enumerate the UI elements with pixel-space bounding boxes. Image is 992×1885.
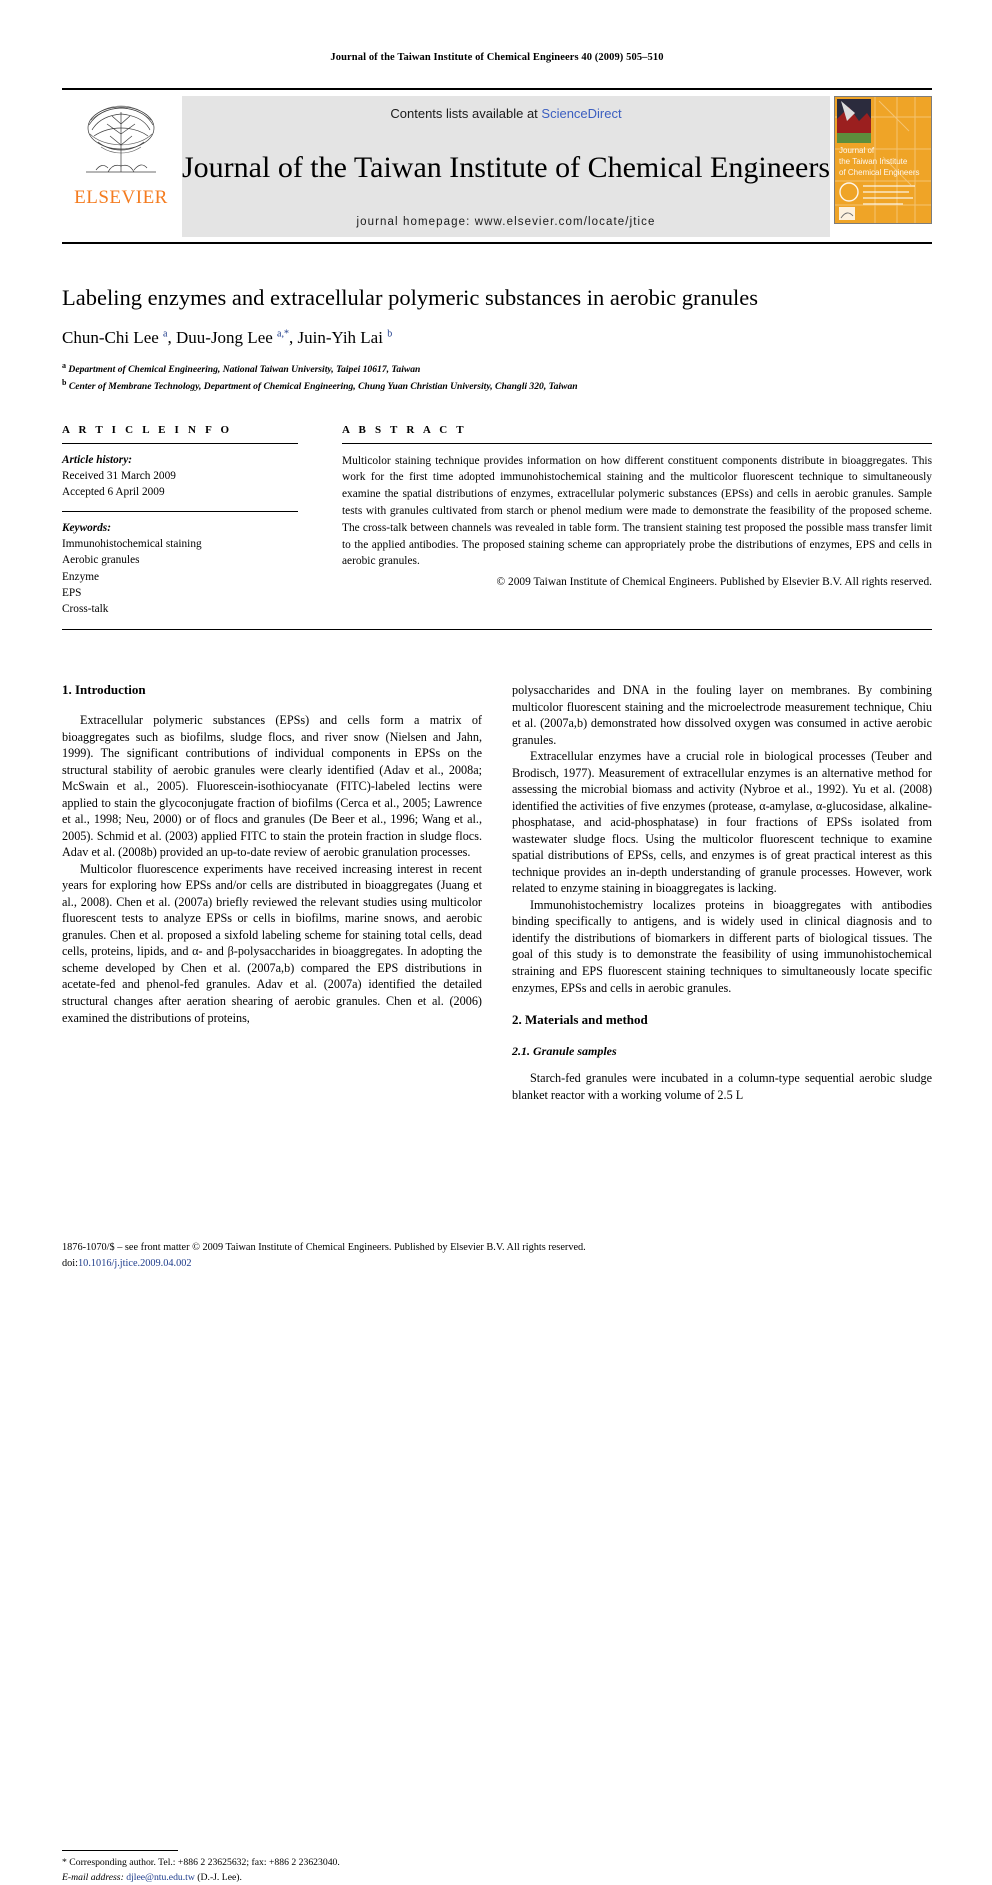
title-block: Labeling enzymes and extracellular polym… — [62, 284, 932, 394]
keywords-label: Keywords: — [62, 522, 111, 535]
received-date: Received 31 March 2009 — [62, 469, 176, 482]
affil-marker-b: b — [62, 377, 67, 387]
journal-masthead: ELSEVIER Contents lists available at Sci… — [62, 88, 932, 237]
contents-prefix: Contents lists available at — [390, 106, 542, 121]
accepted-date: Accepted 6 April 2009 — [62, 486, 165, 498]
elsevier-tree-icon — [86, 105, 156, 173]
elsevier-logo: ELSEVIER — [62, 96, 180, 209]
elsevier-wordmark: ELSEVIER — [74, 187, 168, 208]
journal-homepage[interactable]: journal homepage: www.elsevier.com/locat… — [182, 216, 830, 228]
left-column: 1. Introduction Extracellular polymeric … — [62, 681, 482, 1883]
sciencedirect-link[interactable]: ScienceDirect — [541, 106, 621, 121]
doi-line: doi:10.1016/j.jtice.2009.04.002 — [62, 1256, 932, 1272]
email-label: E-mail address: — [62, 1871, 124, 1883]
paragraph: polysaccharides and DNA in the fouling l… — [512, 682, 932, 747]
materials-heading: 2. Materials and method — [512, 1012, 648, 1028]
corresponding-author-note: * Corresponding author. Tel.: +886 2 236… — [62, 1856, 340, 1868]
affiliation-a: a Department of Chemical Engineering, Na… — [62, 360, 932, 377]
abstract-column: A B S T R A C T Multicolor staining tech… — [342, 424, 932, 617]
page-footer: 1876-1070/$ – see front matter © 2009 Ta… — [62, 1240, 932, 1272]
contents-lists-line: Contents lists available at ScienceDirec… — [182, 106, 830, 121]
page-title: Labeling enzymes and extracellular polym… — [62, 285, 758, 310]
footnote-block: * Corresponding author. Tel.: +886 2 236… — [62, 1849, 482, 1885]
affiliation-b: b Center of Membrane Technology, Departm… — [62, 377, 932, 394]
doi-label: doi: — [62, 1257, 79, 1269]
author-affil-marker: a,* — [277, 328, 289, 340]
paragraph: Multicolor fluorescence experiments have… — [62, 861, 482, 1025]
author-list: Chun-Chi Lee a, Duu-Jong Lee a,*, Juin-Y… — [62, 328, 393, 348]
paragraph: Extracellular enzymes have a crucial rol… — [512, 749, 932, 896]
paragraph: Immunohistochemistry localizes proteins … — [512, 897, 932, 995]
email-suffix: (D.-J. Lee). — [197, 1871, 242, 1883]
svg-text:the Taiwan Institute: the Taiwan Institute — [839, 157, 908, 166]
article-info-heading: A R T I C L E I N F O — [62, 423, 233, 436]
paragraph: Starch-fed granules were incubated in a … — [512, 1071, 932, 1102]
abstract-heading: A B S T R A C T — [342, 423, 467, 436]
issn-line: 1876-1070/$ – see front matter © 2009 Ta… — [62, 1242, 586, 1253]
abstract-copyright: © 2009 Taiwan Institute of Chemical Engi… — [496, 576, 932, 589]
affil-marker-a: a — [62, 361, 66, 371]
affiliation-a-text: Department of Chemical Engineering, Nati… — [68, 364, 421, 376]
journal-title: Journal of the Taiwan Institute of Chemi… — [182, 150, 831, 184]
keyword-item: EPS — [62, 586, 82, 599]
article-history-group: Article history: Received 31 March 2009 … — [62, 444, 298, 500]
keyword-item: Immunohistochemical staining — [62, 538, 202, 551]
author-affil-marker: a — [163, 328, 168, 340]
keyword-item: Enzyme — [62, 570, 100, 583]
article-info-column: A R T I C L E I N F O Article history: R… — [62, 424, 298, 617]
article-history-label: Article history: — [62, 453, 132, 466]
abstract-bottom-rule — [62, 628, 932, 630]
granule-samples-subheading: 2.1. Granule samples — [512, 1044, 617, 1059]
body-columns: 1. Introduction Extracellular polymeric … — [62, 681, 932, 1883]
info-abstract-region: A R T I C L E I N F O Article history: R… — [62, 424, 932, 617]
footnote-rule — [62, 1849, 178, 1851]
abstract-text: Multicolor staining technique provides i… — [342, 454, 932, 568]
email-link[interactable]: djlee@ntu.edu.tw — [126, 1872, 195, 1883]
email-note: E-mail address: djlee@ntu.edu.tw (D.-J. … — [62, 1871, 482, 1885]
keyword-item: Aerobic granules — [62, 554, 140, 567]
keyword-item: Cross-talk — [62, 602, 109, 615]
svg-text:of Chemical Engineers: of Chemical Engineers — [839, 168, 919, 177]
masthead-bottom-rule — [62, 242, 932, 244]
paragraph: Extracellular polymeric substances (EPSs… — [62, 712, 482, 860]
running-head: Journal of the Taiwan Institute of Chemi… — [330, 52, 664, 63]
journal-cover-image: Journal of the Taiwan Institute of Chemi… — [835, 97, 931, 223]
page-content: Journal of the Taiwan Institute of Chemi… — [62, 0, 932, 1883]
author-affil-marker: b — [387, 328, 393, 340]
doi-value[interactable]: 10.1016/j.jtice.2009.04.002 — [78, 1258, 192, 1269]
svg-text:Journal of: Journal of — [839, 146, 875, 155]
paper-page: Journal of the Taiwan Institute of Chemi… — [0, 0, 992, 1883]
keywords-group: Keywords: Immunohistochemical staining A… — [62, 512, 298, 617]
journal-cover-thumbnail: Journal of the Taiwan Institute of Chemi… — [834, 96, 932, 224]
affiliation-b-text: Center of Membrane Technology, Departmen… — [68, 381, 578, 393]
right-column: polysaccharides and DNA in the fouling l… — [512, 682, 932, 1103]
journal-banner: Contents lists available at ScienceDirec… — [182, 96, 830, 237]
introduction-heading: 1. Introduction — [62, 681, 146, 697]
